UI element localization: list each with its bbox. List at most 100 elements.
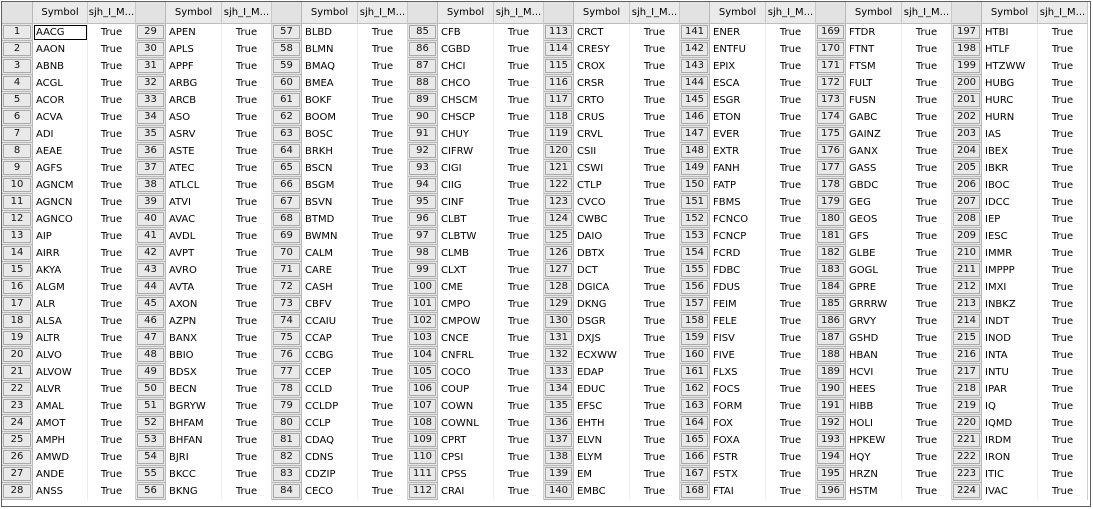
- row-index[interactable]: 154: [680, 245, 710, 262]
- row-index[interactable]: 204: [952, 143, 982, 160]
- flag-cell[interactable]: True: [766, 194, 816, 211]
- flag-cell[interactable]: True: [358, 364, 408, 381]
- symbol-cell[interactable]: IRON: [982, 449, 1038, 466]
- row-index[interactable]: 145: [680, 92, 710, 109]
- row-index[interactable]: 42: [136, 245, 166, 262]
- symbol-cell[interactable]: ALTR: [33, 330, 88, 347]
- flag-cell[interactable]: True: [222, 58, 272, 75]
- column-header-symbol[interactable]: Symbol: [846, 2, 902, 24]
- column-header-flag[interactable]: sjh_I_M...: [766, 2, 816, 24]
- flag-cell[interactable]: True: [494, 415, 544, 432]
- row-index[interactable]: 117: [544, 92, 574, 109]
- flag-cell[interactable]: True: [902, 75, 952, 92]
- flag-cell[interactable]: True: [222, 415, 272, 432]
- symbol-cell[interactable]: FSTR: [710, 449, 766, 466]
- symbol-cell[interactable]: CPRT: [438, 432, 494, 449]
- flag-cell[interactable]: True: [766, 41, 816, 58]
- symbol-cell[interactable]: CPSI: [438, 449, 494, 466]
- flag-cell[interactable]: True: [222, 262, 272, 279]
- flag-cell[interactable]: True: [494, 58, 544, 75]
- row-index-header[interactable]: [272, 2, 302, 24]
- symbol-cell[interactable]: CRCT: [574, 24, 630, 41]
- symbol-cell[interactable]: INDT: [982, 313, 1038, 330]
- row-index[interactable]: 192: [816, 415, 846, 432]
- symbol-cell[interactable]: ESGR: [710, 92, 766, 109]
- flag-cell[interactable]: True: [1038, 296, 1088, 313]
- row-index[interactable]: 101: [408, 296, 438, 313]
- symbol-cell[interactable]: GRVY: [846, 313, 902, 330]
- symbol-cell[interactable]: AGNCO: [33, 211, 88, 228]
- row-index[interactable]: 58: [272, 41, 302, 58]
- flag-cell[interactable]: True: [358, 347, 408, 364]
- flag-cell[interactable]: True: [88, 160, 136, 177]
- flag-cell[interactable]: True: [88, 296, 136, 313]
- row-index[interactable]: 121: [544, 160, 574, 177]
- row-index[interactable]: 199: [952, 58, 982, 75]
- row-index-header[interactable]: [136, 2, 166, 24]
- row-index[interactable]: 89: [408, 92, 438, 109]
- flag-cell[interactable]: True: [494, 126, 544, 143]
- flag-cell[interactable]: True: [88, 194, 136, 211]
- symbol-cell[interactable]: GRRRW: [846, 296, 902, 313]
- symbol-cell[interactable]: CRUS: [574, 109, 630, 126]
- row-index[interactable]: 116: [544, 75, 574, 92]
- flag-cell[interactable]: True: [88, 211, 136, 228]
- flag-cell[interactable]: True: [766, 432, 816, 449]
- flag-cell[interactable]: True: [1038, 245, 1088, 262]
- symbol-cell[interactable]: CECO: [302, 483, 358, 500]
- row-index-header[interactable]: [952, 2, 982, 24]
- row-index[interactable]: 138: [544, 449, 574, 466]
- symbol-cell[interactable]: AMWD: [33, 449, 88, 466]
- symbol-cell[interactable]: INTA: [982, 347, 1038, 364]
- flag-cell[interactable]: True: [766, 75, 816, 92]
- symbol-cell[interactable]: AVPT: [166, 245, 222, 262]
- column-header-flag[interactable]: sjh_I_M...: [358, 2, 408, 24]
- flag-cell[interactable]: True: [630, 279, 680, 296]
- row-index[interactable]: 178: [816, 177, 846, 194]
- symbol-cell[interactable]: AMAL: [33, 398, 88, 415]
- row-index-header[interactable]: [544, 2, 574, 24]
- row-index[interactable]: 22: [2, 381, 33, 398]
- symbol-cell[interactable]: CFB: [438, 24, 494, 41]
- symbol-cell[interactable]: EPIX: [710, 58, 766, 75]
- row-index[interactable]: 11: [2, 194, 33, 211]
- row-index[interactable]: 183: [816, 262, 846, 279]
- symbol-cell[interactable]: BHFAM: [166, 415, 222, 432]
- column-header-flag[interactable]: sjh_I_M...: [630, 2, 680, 24]
- symbol-cell[interactable]: BANX: [166, 330, 222, 347]
- row-index[interactable]: 188: [816, 347, 846, 364]
- row-index[interactable]: 224: [952, 483, 982, 500]
- flag-cell[interactable]: True: [630, 364, 680, 381]
- symbol-cell[interactable]: FOCS: [710, 381, 766, 398]
- symbol-cell[interactable]: BOKF: [302, 92, 358, 109]
- flag-cell[interactable]: True: [358, 483, 408, 500]
- flag-cell[interactable]: True: [766, 109, 816, 126]
- flag-cell[interactable]: True: [88, 415, 136, 432]
- row-index[interactable]: 35: [136, 126, 166, 143]
- symbol-cell[interactable]: GBDC: [846, 177, 902, 194]
- symbol-cell[interactable]: IMXI: [982, 279, 1038, 296]
- flag-cell[interactable]: True: [1038, 75, 1088, 92]
- flag-cell[interactable]: True: [222, 296, 272, 313]
- symbol-cell[interactable]: HTBI: [982, 24, 1038, 41]
- row-index[interactable]: 221: [952, 432, 982, 449]
- flag-cell[interactable]: True: [222, 228, 272, 245]
- flag-cell[interactable]: True: [766, 177, 816, 194]
- flag-cell[interactable]: True: [88, 330, 136, 347]
- symbol-cell[interactable]: CIGI: [438, 160, 494, 177]
- flag-cell[interactable]: True: [766, 160, 816, 177]
- flag-cell[interactable]: True: [222, 245, 272, 262]
- symbol-cell[interactable]: IBOC: [982, 177, 1038, 194]
- flag-cell[interactable]: True: [1038, 398, 1088, 415]
- flag-cell[interactable]: True: [222, 330, 272, 347]
- row-index[interactable]: 202: [952, 109, 982, 126]
- row-index[interactable]: 64: [272, 143, 302, 160]
- flag-cell[interactable]: True: [766, 347, 816, 364]
- flag-cell[interactable]: True: [766, 381, 816, 398]
- flag-cell[interactable]: True: [766, 364, 816, 381]
- flag-cell[interactable]: True: [222, 347, 272, 364]
- row-index[interactable]: 74: [272, 313, 302, 330]
- flag-cell[interactable]: True: [222, 313, 272, 330]
- flag-cell[interactable]: True: [494, 330, 544, 347]
- row-index[interactable]: 159: [680, 330, 710, 347]
